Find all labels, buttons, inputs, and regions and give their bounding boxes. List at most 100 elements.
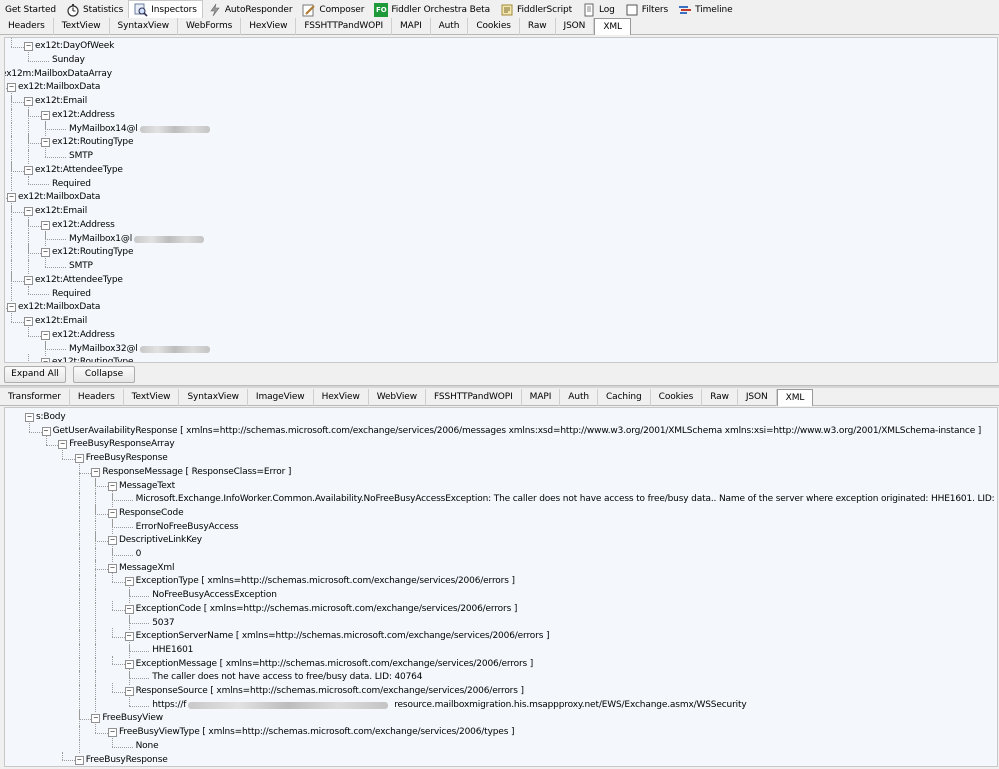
request-tab-textview[interactable]: TextView <box>54 18 110 35</box>
xml-element-node[interactable]: FreeBusyResponse <box>86 754 168 767</box>
collapse-button[interactable]: Collapse <box>73 366 135 383</box>
response-tab-json[interactable]: JSON <box>738 389 777 406</box>
xml-element-node[interactable]: ExceptionCode [ xmlns=http://schemas.mic… <box>136 603 518 616</box>
xml-text-node[interactable]: 5037 <box>152 617 174 630</box>
xml-element-node[interactable]: DescriptiveLinkKey <box>119 534 202 547</box>
xml-element-node[interactable]: ResponseMessage [ ResponseClass=Error ] <box>102 466 291 479</box>
response-tab-fsshttpandwopi[interactable]: FSSHTTPandWOPI <box>426 389 522 406</box>
request-tab-fsshttpandwopi[interactable]: FSSHTTPandWOPI <box>296 18 393 35</box>
collapse-toggle-icon[interactable]: − <box>41 248 50 258</box>
collapse-toggle-icon[interactable]: − <box>91 714 101 724</box>
request-tab-mapi[interactable]: MAPI <box>392 18 431 35</box>
xml-element-node[interactable]: ex12t:DayOfWeek <box>35 40 114 53</box>
collapse-toggle-icon[interactable]: − <box>41 330 50 340</box>
xml-element-node[interactable]: ExceptionServerName [ xmlns=http://schem… <box>136 630 550 643</box>
collapse-toggle-icon[interactable]: − <box>74 755 84 765</box>
xml-text-node[interactable]: MyMailbox14@l <box>69 123 138 136</box>
request-tab-hexview[interactable]: HexView <box>241 18 297 35</box>
collapse-toggle-icon[interactable]: − <box>7 83 16 93</box>
collapse-toggle-icon[interactable]: − <box>74 454 84 464</box>
xml-text-node[interactable]: MyMailbox1@l <box>69 233 132 246</box>
collapse-toggle-icon[interactable]: − <box>108 481 117 491</box>
response-tab-hexview[interactable]: HexView <box>314 389 369 406</box>
expand-all-button[interactable]: Expand All <box>4 366 66 383</box>
xml-text-node[interactable]: Sunday <box>52 54 85 67</box>
xml-element-node[interactable]: ex12t:Address <box>52 109 115 122</box>
response-tab-syntaxview[interactable]: SyntaxView <box>179 389 248 406</box>
collapse-toggle-icon[interactable]: − <box>124 687 134 696</box>
request-tab-json[interactable]: JSON <box>556 18 595 35</box>
xml-element-node[interactable]: GetUserAvailabilityResponse [ xmlns=http… <box>53 425 982 438</box>
xml-text-node[interactable]: ErrorNoFreeBusyAccess <box>136 521 239 534</box>
response-tab-webview[interactable]: WebView <box>369 389 426 406</box>
collapse-toggle-icon[interactable]: − <box>124 632 134 642</box>
tab-timeline[interactable]: Timeline <box>673 0 737 19</box>
response-xml-tree[interactable]: − s:Body − GetUserAvailabilityResponse [ xm… <box>4 407 998 767</box>
xml-element-node[interactable]: MessageXml <box>119 562 175 575</box>
tab-composer[interactable]: Composer <box>297 0 369 19</box>
response-tab-auth[interactable]: Auth <box>560 389 598 406</box>
collapse-toggle-icon[interactable]: − <box>24 97 33 106</box>
tab-statistics[interactable]: Statistics <box>61 0 128 19</box>
xml-element-node[interactable]: ex12t:MailboxData <box>18 81 100 94</box>
collapse-toggle-icon[interactable]: − <box>24 275 33 285</box>
xml-element-node[interactable]: ExceptionType [ xmlns=http://schemas.mic… <box>136 575 515 588</box>
request-tab-raw[interactable]: Raw <box>520 18 556 35</box>
tab-orchestra[interactable]: FO Fiddler Orchestra Beta <box>369 0 495 19</box>
request-xml-tree[interactable]: − ex12t:DayOfWeekSunday − ex12m:MailboxData… <box>4 37 998 363</box>
tab-inspectors[interactable]: Inspectors <box>128 0 203 19</box>
response-tab-mapi[interactable]: MAPI <box>522 389 561 406</box>
response-tab-imageview[interactable]: ImageView <box>248 389 314 406</box>
xml-element-node[interactable]: FreeBusyResponseArray <box>69 438 174 451</box>
collapse-toggle-icon[interactable]: − <box>24 165 33 175</box>
tab-filters[interactable]: Filters <box>620 0 673 19</box>
request-tab-syntaxview[interactable]: SyntaxView <box>110 18 179 35</box>
xml-element-node[interactable]: FreeBusyResponse <box>86 452 168 465</box>
xml-element-node[interactable]: ex12t:Email <box>35 205 87 218</box>
xml-text-node[interactable]: MyMailbox32@l <box>69 343 138 356</box>
collapse-toggle-icon[interactable]: − <box>108 508 117 518</box>
tab-log[interactable]: Log <box>577 0 620 19</box>
response-tab-headers[interactable]: Headers <box>70 389 124 406</box>
xml-text-node[interactable]: Required <box>52 178 91 191</box>
collapse-toggle-icon[interactable]: − <box>58 440 68 450</box>
xml-text-node[interactable]: None <box>136 740 159 753</box>
tab-get-started[interactable]: Get Started <box>0 0 61 19</box>
xml-element-node[interactable]: ex12t:AttendeeType <box>35 164 123 177</box>
xml-text-node[interactable]: HHE1601 <box>152 644 193 657</box>
collapse-toggle-icon[interactable]: − <box>41 220 50 230</box>
response-tab-raw[interactable]: Raw <box>702 389 738 406</box>
response-tab-textview[interactable]: TextView <box>124 389 180 406</box>
response-tab-cookies[interactable]: Cookies <box>651 389 703 406</box>
xml-element-node[interactable]: ex12t:RoutingType <box>52 246 134 259</box>
xml-text-node[interactable]: NoFreeBusyAccessException <box>152 589 277 602</box>
pane-splitter[interactable] <box>0 385 999 388</box>
request-tab-webforms[interactable]: WebForms <box>178 18 242 35</box>
collapse-toggle-icon[interactable]: − <box>124 659 134 669</box>
collapse-toggle-icon[interactable]: − <box>41 426 51 436</box>
xml-element-node[interactable]: ex12m:MailboxDataArray <box>5 68 112 81</box>
xml-element-node[interactable]: ResponseSource [ xmlns=http://schemas.mi… <box>136 685 524 698</box>
collapse-toggle-icon[interactable]: − <box>124 577 134 587</box>
xml-element-node[interactable]: ex12t:Address <box>52 219 115 232</box>
collapse-toggle-icon[interactable]: − <box>108 536 117 546</box>
xml-element-node[interactable]: ex12t:Email <box>35 95 87 108</box>
xml-element-node[interactable]: FreeBusyView <box>102 712 163 725</box>
xml-element-node[interactable]: ex12t:Email <box>35 315 87 328</box>
xml-element-node[interactable]: ex12t:RoutingType <box>52 136 134 149</box>
collapse-toggle-icon[interactable]: − <box>41 110 50 120</box>
xml-element-node[interactable]: ex12t:MailboxData <box>18 301 100 314</box>
collapse-toggle-icon[interactable]: − <box>108 728 117 738</box>
xml-text-node-suffix[interactable]: resource.mailboxmigration.his.msappproxy… <box>394 699 747 712</box>
response-tab-xml[interactable]: XML <box>776 389 814 406</box>
collapse-toggle-icon[interactable]: − <box>7 193 16 203</box>
request-tab-xml[interactable]: XML <box>594 18 631 35</box>
tab-fiddlerscript[interactable]: FiddlerScript <box>495 0 577 19</box>
xml-element-node[interactable]: ex12t:Address <box>52 329 115 342</box>
xml-element-node[interactable]: ex12t:RoutingType <box>52 356 134 362</box>
request-tab-cookies[interactable]: Cookies <box>468 18 520 35</box>
xml-text-node[interactable]: The caller does not have access to free/… <box>152 671 422 684</box>
xml-element-node[interactable]: ex12t:AttendeeType <box>35 274 123 287</box>
collapse-toggle-icon[interactable]: − <box>41 138 50 148</box>
xml-element-node[interactable]: ResponseCode <box>119 507 184 520</box>
